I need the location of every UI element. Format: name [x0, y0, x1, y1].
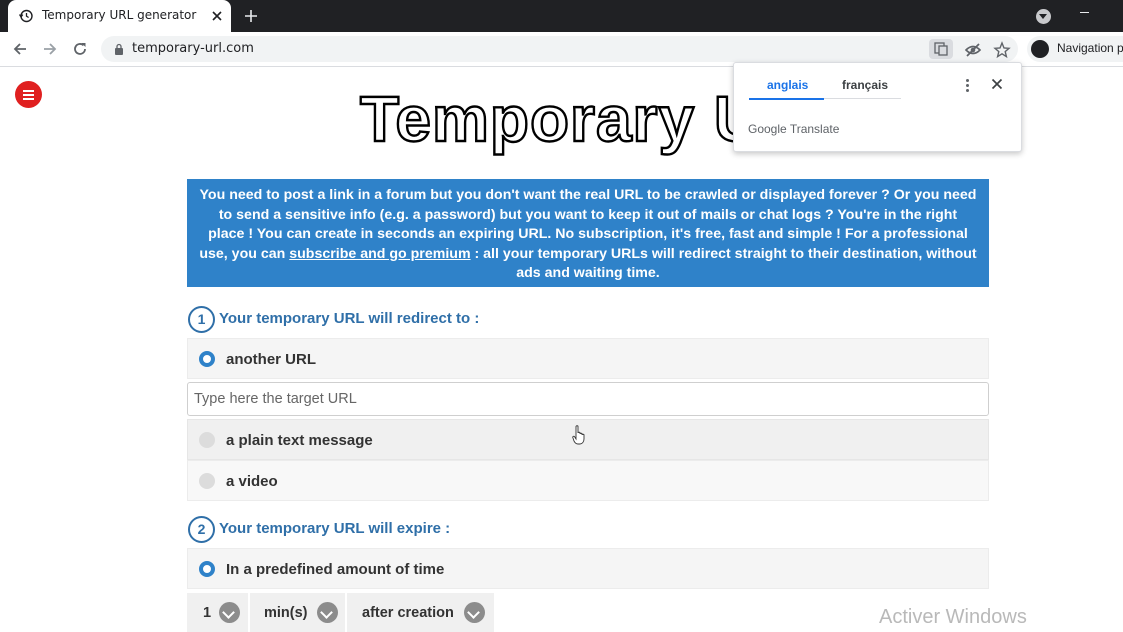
expire-option-time[interactable]: In a predefined amount of time: [187, 548, 989, 589]
amount-value: 1: [203, 605, 212, 621]
radio-video[interactable]: [199, 473, 215, 489]
lock-icon[interactable]: [114, 43, 124, 55]
step-2-title: Your temporary URL will expire :: [219, 520, 451, 537]
address-bar[interactable]: temporary-url.com: [101, 36, 1018, 62]
chevron-down-icon: [317, 602, 338, 623]
close-tab-icon[interactable]: [209, 8, 225, 24]
subscribe-premium-link[interactable]: subscribe and go premium: [289, 246, 470, 262]
target-url-input[interactable]: [187, 382, 989, 416]
os-activation-watermark: Activer Windows: [879, 606, 1027, 628]
bookmark-star-icon[interactable]: [993, 41, 1011, 59]
back-arrow-icon[interactable]: [12, 41, 28, 57]
translate-page-icon[interactable]: [929, 39, 953, 59]
translate-tab-source[interactable]: anglais: [767, 78, 808, 92]
new-tab-icon[interactable]: [243, 8, 259, 24]
brand-google: Google: [748, 122, 787, 136]
tab-divider: [824, 98, 901, 99]
option-label: a plain text message: [226, 432, 373, 449]
profile-button[interactable]: Navigation pr: [1027, 36, 1123, 62]
translate-tab-target[interactable]: français: [842, 78, 888, 92]
chevron-down-icon: [219, 602, 240, 623]
reload-icon[interactable]: [72, 41, 88, 57]
eye-off-icon[interactable]: [964, 41, 982, 59]
radio-time-selected[interactable]: [199, 561, 215, 577]
intro-text-end: : all your temporary URLs will redirect …: [470, 245, 977, 282]
browser-tab-strip: Temporary URL generator: [0, 0, 1123, 32]
intro-banner: You need to post a link in a forum but y…: [187, 179, 989, 287]
google-translate-brand: Google Translate: [748, 122, 839, 136]
reference-value: after creation: [362, 605, 454, 621]
hamburger-menu-button[interactable]: [15, 81, 42, 108]
active-tab-indicator: [749, 98, 824, 100]
mouse-pointer-icon: [572, 425, 585, 445]
option-label: another URL: [226, 351, 316, 368]
chevron-down-icon: [464, 602, 485, 623]
tab-title: Temporary URL generator: [42, 8, 197, 22]
step-2-number: 2: [188, 516, 215, 543]
amount-select[interactable]: 1: [187, 593, 248, 632]
unit-value: min(s): [264, 605, 308, 621]
step-1-title: Your temporary URL will redirect to :: [219, 310, 480, 327]
translate-popup: anglais français Google Translate: [733, 62, 1022, 152]
history-icon: [19, 9, 33, 23]
url-text[interactable]: temporary-url.com: [132, 41, 254, 56]
close-icon[interactable]: [991, 78, 1003, 90]
brand-translate: Translate: [789, 122, 840, 136]
redirect-option-url[interactable]: another URL: [187, 338, 989, 379]
forward-arrow-icon[interactable]: [42, 41, 58, 57]
incognito-avatar-icon: [1031, 40, 1049, 58]
option-label: In a predefined amount of time: [226, 561, 445, 578]
redirect-option-text[interactable]: a plain text message: [187, 419, 989, 460]
profile-label: Navigation pr: [1057, 41, 1123, 55]
browser-tab[interactable]: Temporary URL generator: [8, 0, 231, 32]
more-options-icon[interactable]: [966, 79, 970, 93]
step-1-number: 1: [188, 306, 215, 333]
site-logo: Temporary U: [359, 82, 762, 156]
reference-select[interactable]: after creation: [347, 593, 494, 632]
radio-url-selected[interactable]: [199, 351, 215, 367]
minimize-window-icon[interactable]: [1080, 12, 1089, 13]
tab-search-button[interactable]: [1036, 9, 1051, 24]
redirect-option-video[interactable]: a video: [187, 460, 989, 501]
unit-select[interactable]: min(s): [250, 593, 345, 632]
radio-text[interactable]: [199, 432, 215, 448]
option-label: a video: [226, 473, 278, 490]
